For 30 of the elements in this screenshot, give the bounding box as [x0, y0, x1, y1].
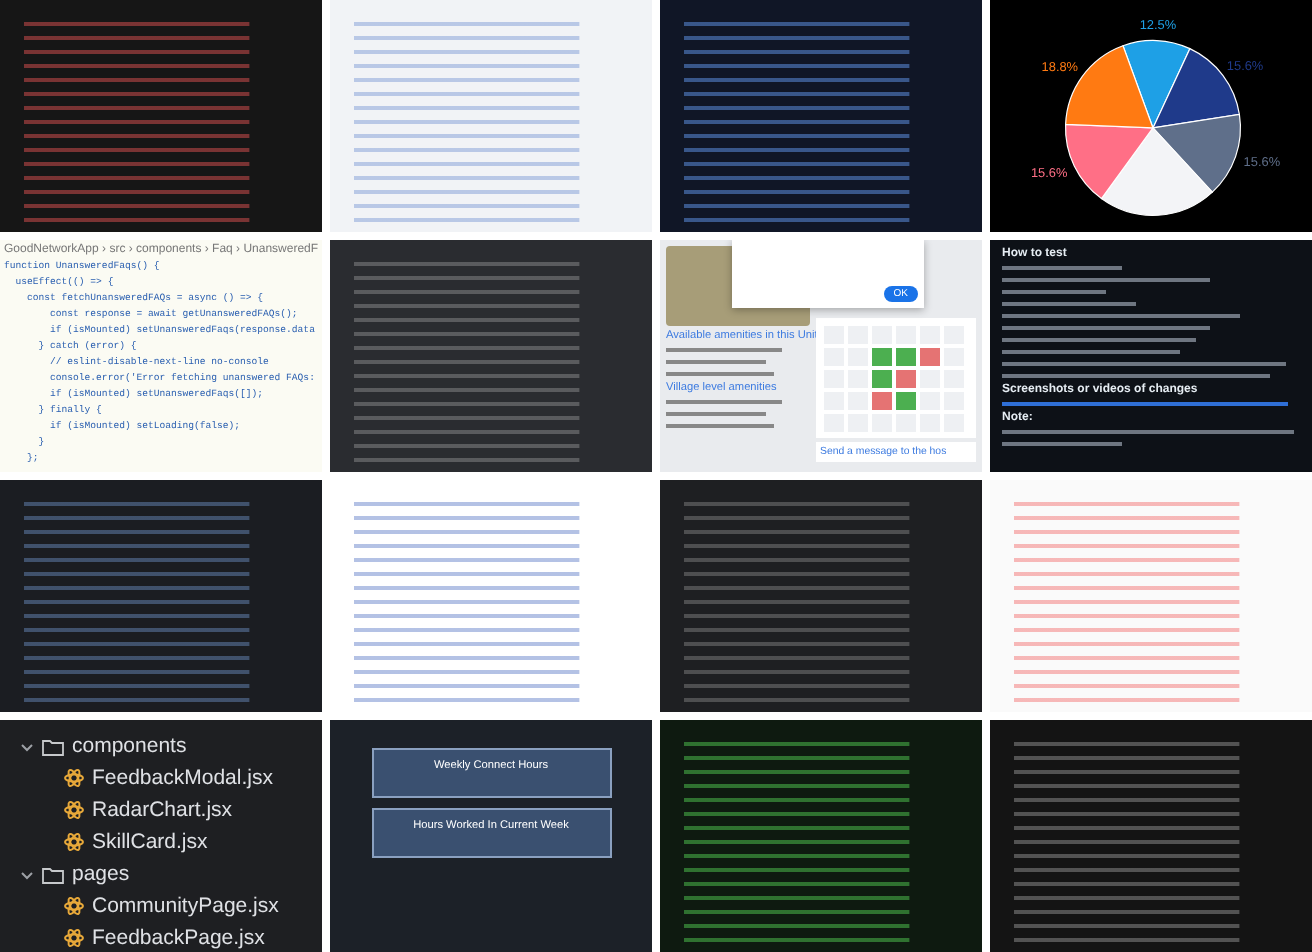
file-name[interactable]: RadarChart.jsx — [92, 798, 233, 822]
folder-name[interactable]: pages — [72, 862, 130, 886]
text-line — [1002, 302, 1137, 306]
text-line — [1002, 442, 1122, 446]
text-line — [1002, 290, 1107, 294]
folder-icon — [42, 737, 64, 755]
chevron-icon[interactable] — [20, 739, 34, 753]
text-line — [666, 360, 767, 364]
folder-name[interactable]: components — [72, 734, 187, 758]
text-line — [666, 348, 782, 352]
screenshot-thumbnail[interactable] — [0, 480, 322, 712]
chevron-icon[interactable] — [20, 867, 34, 881]
file-name[interactable]: FeedbackModal.jsx — [92, 766, 273, 790]
screenshot-thumbnail[interactable] — [330, 0, 652, 232]
screenshot-thumbnail[interactable] — [660, 480, 982, 712]
text-line — [666, 424, 774, 428]
screenshot-thumbnail[interactable] — [0, 0, 322, 232]
screenshot-thumbnail[interactable] — [990, 720, 1312, 952]
text-line — [1002, 266, 1122, 270]
screenshot-thumbnail[interactable] — [330, 240, 652, 472]
text-line — [666, 372, 774, 376]
folder-icon — [42, 865, 64, 883]
file-name[interactable]: CommunityPage.jsx — [92, 894, 279, 918]
screenshot-thumbnail[interactable] — [990, 480, 1312, 712]
text-line — [666, 412, 767, 416]
text-line — [666, 400, 782, 404]
screenshot-thumbnail[interactable] — [660, 0, 982, 232]
file-name[interactable]: FeedbackPage.jsx — [92, 926, 265, 950]
file-name[interactable]: SkillCard.jsx — [92, 830, 208, 854]
screenshot-thumbnail[interactable] — [660, 720, 982, 952]
